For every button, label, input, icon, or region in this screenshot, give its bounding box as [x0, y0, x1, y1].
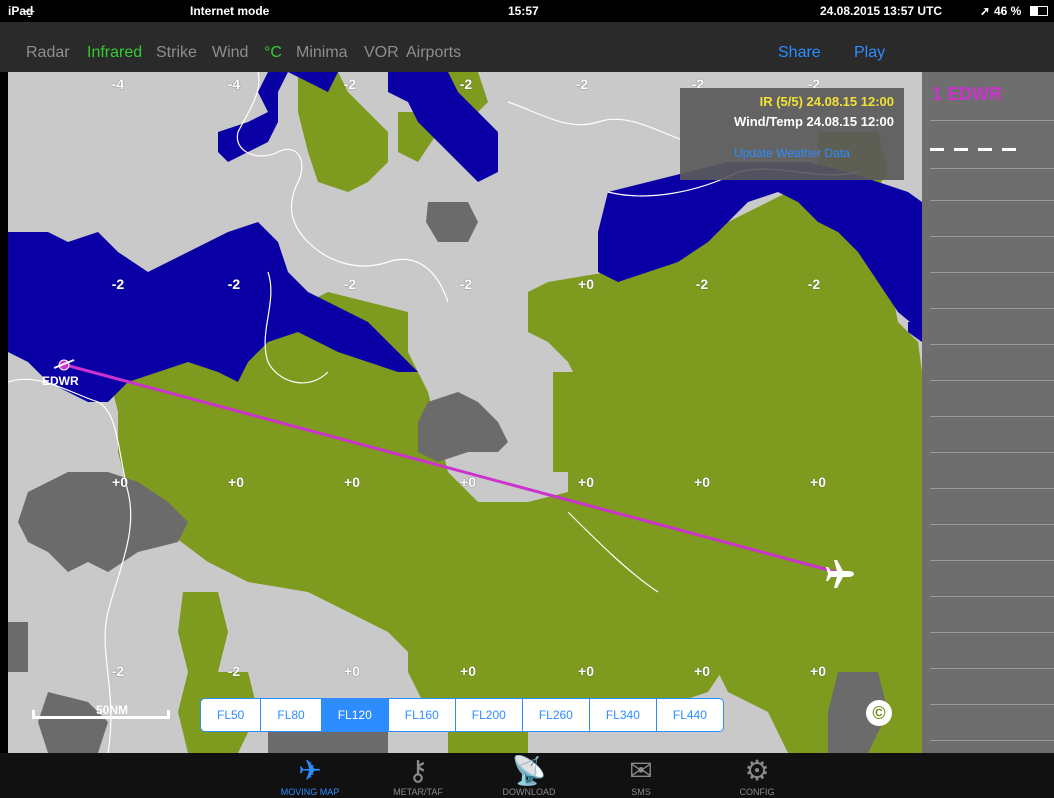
tab-sms[interactable]: ✉ SMS — [596, 753, 686, 798]
list-divider — [930, 344, 1054, 345]
list-divider — [930, 380, 1054, 381]
layer-radar[interactable]: Radar — [26, 44, 70, 62]
temp-label: -2 — [227, 663, 241, 679]
airport-label: EDWR — [42, 374, 79, 388]
copyright-button[interactable]: © — [866, 700, 892, 726]
airplane-icon: ✈ — [298, 755, 322, 786]
waypoint-panel: 1 EDWR — [922, 72, 1054, 753]
tab-config[interactable]: ⚙ CONFIG — [712, 753, 802, 798]
temp-label: +0 — [344, 663, 360, 679]
list-divider — [930, 168, 1054, 169]
fl-button[interactable]: FL260 — [521, 699, 589, 731]
layer-toolbar: Radar Infrared Strike Wind °C Minima VOR… — [0, 22, 1054, 72]
satellite-dish-icon: 📡 — [511, 755, 547, 786]
weather-info-box: IR (5/5) 24.08.15 12:00 Wind/Temp 24.08.… — [680, 88, 904, 180]
fl-button[interactable]: FL80 — [260, 699, 320, 731]
key-icon: ⚷ — [407, 755, 429, 786]
tab-label: DOWNLOAD — [502, 787, 556, 797]
list-divider — [930, 560, 1054, 561]
envelope-icon: ✉ — [629, 755, 653, 786]
flight-level-selector: FL50 FL80 FL120 FL160 FL200 FL260 FL340 … — [200, 698, 724, 732]
status-bar: iPad ᯤ Internet mode 15:57 24.08.2015 13… — [0, 0, 1054, 22]
play-button[interactable]: Play — [854, 44, 885, 62]
tab-label: CONFIG — [739, 787, 775, 797]
temp-label: -2 — [807, 276, 821, 292]
clock: 15:57 — [508, 4, 539, 18]
temp-label: -2 — [575, 76, 589, 92]
layer-infrared[interactable]: Infrared — [87, 44, 142, 62]
tab-download[interactable]: 📡 DOWNLOAD — [484, 753, 574, 798]
temp-label: -2 — [343, 276, 357, 292]
fl-button[interactable]: FL440 — [655, 699, 723, 731]
map-scale-label: 50NM — [96, 703, 129, 717]
tab-label: MOVING MAP — [280, 787, 340, 797]
tab-metar-taf[interactable]: ⚷ METAR/TAF — [373, 753, 463, 798]
layer-airports[interactable]: Airports — [406, 44, 461, 62]
waypoint-placeholder — [930, 148, 1018, 151]
temp-label: -2 — [227, 276, 241, 292]
temp-label: -2 — [343, 76, 357, 92]
layer-wind[interactable]: Wind — [212, 44, 248, 62]
list-divider — [930, 200, 1054, 201]
infrared-timestamp: IR (5/5) 24.08.15 12:00 — [759, 94, 894, 109]
temp-label: +0 — [578, 474, 594, 490]
fl-button[interactable]: FL340 — [588, 699, 656, 731]
list-divider — [930, 272, 1054, 273]
temp-label: +0 — [344, 474, 360, 490]
list-divider — [930, 632, 1054, 633]
waypoint-item[interactable]: 1 EDWR — [932, 84, 1002, 105]
temp-label: -2 — [111, 276, 125, 292]
tab-label: SMS — [631, 787, 651, 797]
layer-vor[interactable]: VOR — [364, 44, 399, 62]
temp-label: +0 — [694, 663, 710, 679]
temp-label: -4 — [227, 76, 241, 92]
temp-label: -2 — [459, 276, 473, 292]
fl-button[interactable]: FL50 — [201, 699, 260, 731]
gear-icon: ⚙ — [744, 755, 770, 786]
battery-icon — [1030, 6, 1048, 16]
fl-button[interactable]: FL160 — [387, 699, 455, 731]
temp-label: +0 — [810, 663, 826, 679]
temp-label: -2 — [695, 276, 709, 292]
temp-label: +0 — [112, 474, 128, 490]
battery-percent: 46 % — [994, 4, 1022, 18]
tab-label: METAR/TAF — [393, 787, 443, 797]
location-icon: ➚ — [980, 4, 991, 18]
list-divider — [930, 452, 1054, 453]
layer-temperature[interactable]: °C — [264, 44, 282, 62]
list-divider — [930, 236, 1054, 237]
list-divider — [930, 668, 1054, 669]
layer-strike[interactable]: Strike — [156, 44, 197, 62]
update-weather-button[interactable]: Update Weather Data — [680, 146, 904, 160]
map-scale-bar — [32, 710, 170, 719]
temp-label: +0 — [578, 276, 594, 292]
temp-label: -2 — [459, 76, 473, 92]
fl-button-selected[interactable]: FL120 — [320, 699, 388, 731]
tab-bar: ✈ MOVING MAP ⚷ METAR/TAF 📡 DOWNLOAD ✉ SM… — [0, 753, 1054, 798]
list-divider — [930, 120, 1054, 121]
temp-label: +0 — [460, 663, 476, 679]
list-divider — [930, 596, 1054, 597]
utc-time: 24.08.2015 13:57 UTC — [820, 4, 943, 18]
tab-moving-map[interactable]: ✈ MOVING MAP — [265, 753, 355, 798]
temp-label: -4 — [111, 76, 125, 92]
list-divider — [930, 740, 1054, 741]
list-divider — [930, 308, 1054, 309]
share-button[interactable]: Share — [778, 44, 821, 62]
temp-label: +0 — [228, 474, 244, 490]
fl-button[interactable]: FL200 — [454, 699, 522, 731]
list-divider — [930, 488, 1054, 489]
temp-label: +0 — [694, 474, 710, 490]
list-divider — [930, 704, 1054, 705]
temp-label: +0 — [810, 474, 826, 490]
wifi-icon: ᯤ — [24, 6, 35, 20]
list-divider — [930, 416, 1054, 417]
temp-label: -2 — [111, 663, 125, 679]
wind-temp-timestamp: Wind/Temp 24.08.15 12:00 — [733, 114, 894, 129]
temp-label: +0 — [460, 474, 476, 490]
layer-minima[interactable]: Minima — [296, 44, 348, 62]
list-divider — [930, 524, 1054, 525]
temp-label: +0 — [578, 663, 594, 679]
connection-mode: Internet mode — [190, 4, 270, 18]
